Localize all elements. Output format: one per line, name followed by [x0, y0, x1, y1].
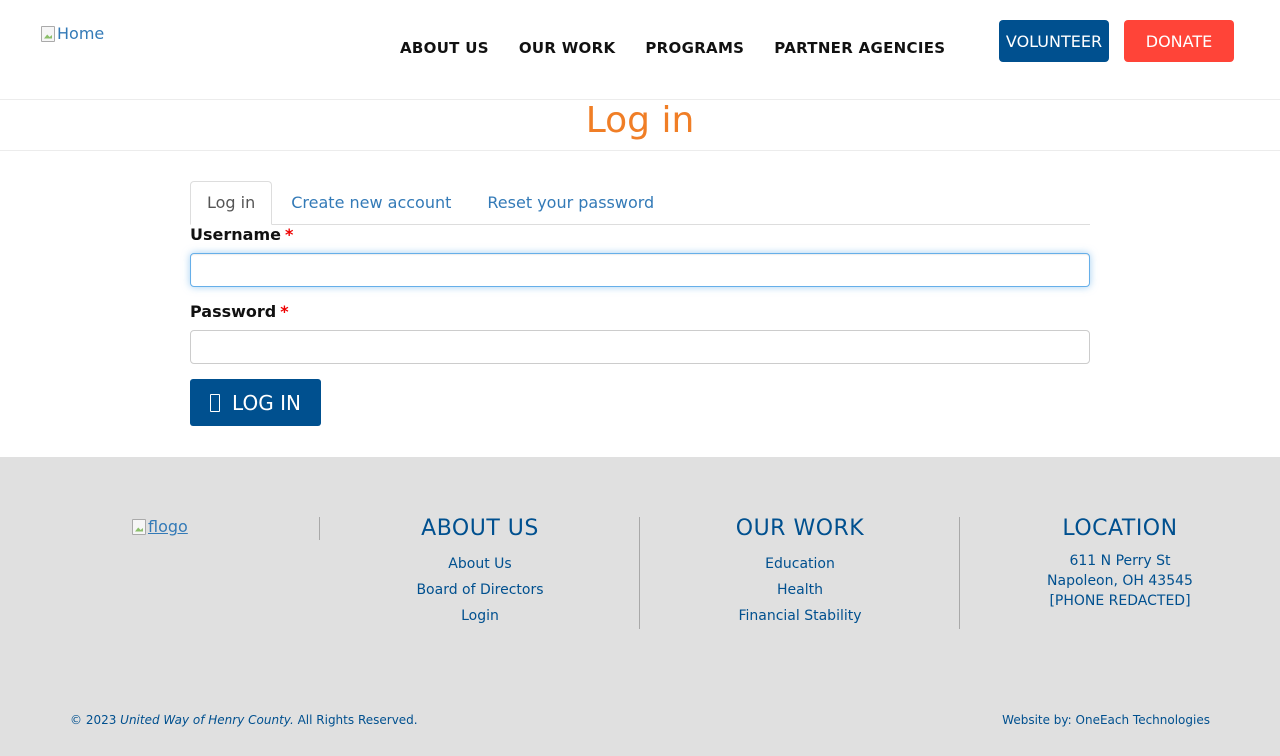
required-marker: * [284, 225, 294, 244]
footer-link-login[interactable]: Login [320, 603, 640, 629]
username-label-text: Username [190, 225, 281, 244]
nav-partner-agencies[interactable]: PARTNER AGENCIES [759, 38, 960, 58]
lock-icon [210, 393, 221, 412]
tab-reset-password[interactable]: Reset your password [470, 181, 671, 225]
log-in-button-label: LOG IN [232, 390, 301, 415]
title-band: Log in [0, 101, 1280, 151]
copyright-prefix: © 2023 [70, 713, 121, 727]
account-tabs: Log in Create new account Reset your pas… [190, 181, 1090, 225]
footer-logo-link[interactable]: flogo [132, 517, 188, 536]
tab-create-new-account[interactable]: Create new account [274, 181, 468, 225]
footer-link-financial-stability[interactable]: Financial Stability [640, 603, 960, 629]
page-title: Log in [585, 100, 695, 141]
footer-work-column: OUR WORK Education Health Financial Stab… [640, 515, 960, 629]
password-label: Password * [190, 302, 289, 321]
footer-link-education[interactable]: Education [640, 551, 960, 577]
address-street: 611 N Perry St [1069, 553, 1171, 569]
site-footer: flogo ABOUT US About Us Board of Directo… [0, 457, 1280, 756]
footer-logo-alt-text: flogo [148, 517, 188, 536]
broken-image-icon [41, 25, 55, 42]
copyright: © 2023 United Way of Henry County. All R… [70, 713, 418, 727]
home-logo-link[interactable]: Home [41, 24, 104, 43]
username-label: Username * [190, 225, 293, 244]
tab-log-in[interactable]: Log in [190, 181, 273, 225]
footer-location-heading: LOCATION [1062, 516, 1178, 541]
footer-location-column: LOCATION 611 N Perry St Napoleon, OH 435… [960, 515, 1280, 611]
nav-programs[interactable]: PROGRAMS [630, 38, 759, 58]
password-label-text: Password [190, 302, 277, 321]
log-in-button[interactable]: LOG IN [190, 379, 321, 426]
address-city: Napoleon, OH 43545 [1047, 573, 1193, 589]
nav-our-work[interactable]: OUR WORK [504, 38, 631, 58]
site-header: Home ABOUT US OUR WORK PROGRAMS PARTNER … [0, 0, 1280, 100]
password-input[interactable] [190, 330, 1090, 364]
footer-about-column: ABOUT US About Us Board of Directors Log… [320, 515, 640, 629]
copyright-org: United Way of Henry County. [120, 713, 294, 727]
donate-button[interactable]: DONATE [1124, 20, 1234, 62]
required-marker: * [280, 302, 289, 321]
credit-link[interactable]: OneEach Technologies [1076, 713, 1210, 727]
footer-link-about-us[interactable]: About Us [320, 551, 640, 577]
site-credit: Website by: OneEach Technologies [1002, 713, 1210, 727]
footer-link-board-of-directors[interactable]: Board of Directors [320, 577, 640, 603]
phone-number: [PHONE REDACTED] [1049, 593, 1191, 609]
home-logo-alt-text: Home [57, 24, 105, 43]
footer-about-heading: ABOUT US [421, 516, 539, 541]
username-input[interactable] [190, 253, 1090, 287]
nav-about-us[interactable]: ABOUT US [385, 38, 504, 58]
credit-prefix: Website by: [1002, 713, 1076, 727]
volunteer-button[interactable]: VOLUNTEER [999, 20, 1109, 62]
main-nav: ABOUT US OUR WORK PROGRAMS PARTNER AGENC… [385, 38, 960, 58]
footer-link-health[interactable]: Health [640, 577, 960, 603]
broken-image-icon [132, 518, 146, 535]
footer-work-heading: OUR WORK [735, 516, 865, 541]
copyright-suffix: All Rights Reserved. [293, 713, 418, 727]
